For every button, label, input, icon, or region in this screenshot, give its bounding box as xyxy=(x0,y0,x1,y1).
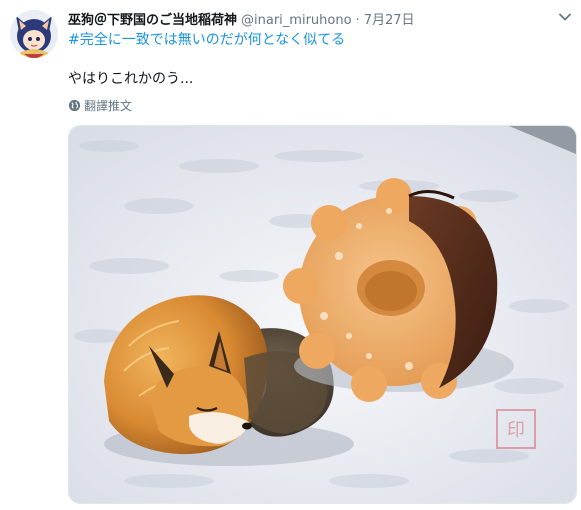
tweet-card[interactable]: 巫狗＠下野国のご当地稲荷神 @inari_miruhono · 7月27日 #完… xyxy=(0,0,581,510)
globe-icon xyxy=(68,99,81,112)
avatar[interactable] xyxy=(10,10,58,58)
avatar-icon xyxy=(10,10,58,58)
tweet-header: 巫狗＠下野国のご当地稲荷神 @inari_miruhono · 7月27日 xyxy=(68,9,551,29)
fox-doughnut-photo: 印 xyxy=(69,126,576,503)
translate-label: 翻譯推文 xyxy=(84,99,133,113)
display-name[interactable]: 巫狗＠下野国のご当地稲荷神 xyxy=(68,9,237,28)
hashtag-link[interactable]: #完全に一致では無いのだが何となく似てる xyxy=(68,32,345,48)
more-options-button[interactable] xyxy=(557,9,573,25)
tweet-text-line-1: #完全に一致では無いのだが何となく似てる xyxy=(68,29,345,49)
tweet-text-line-2: やはりこれかのう... xyxy=(68,71,194,87)
timestamp[interactable]: 7月27日 xyxy=(364,9,415,28)
chevron-down-icon xyxy=(559,13,571,21)
translate-tweet-link[interactable]: 翻譯推文 xyxy=(68,97,132,114)
tweet-media-photo[interactable]: 印 xyxy=(68,125,577,504)
svg-text:印: 印 xyxy=(507,420,525,441)
user-handle[interactable]: @inari_miruhono xyxy=(241,13,352,28)
separator-dot: · xyxy=(355,13,360,28)
